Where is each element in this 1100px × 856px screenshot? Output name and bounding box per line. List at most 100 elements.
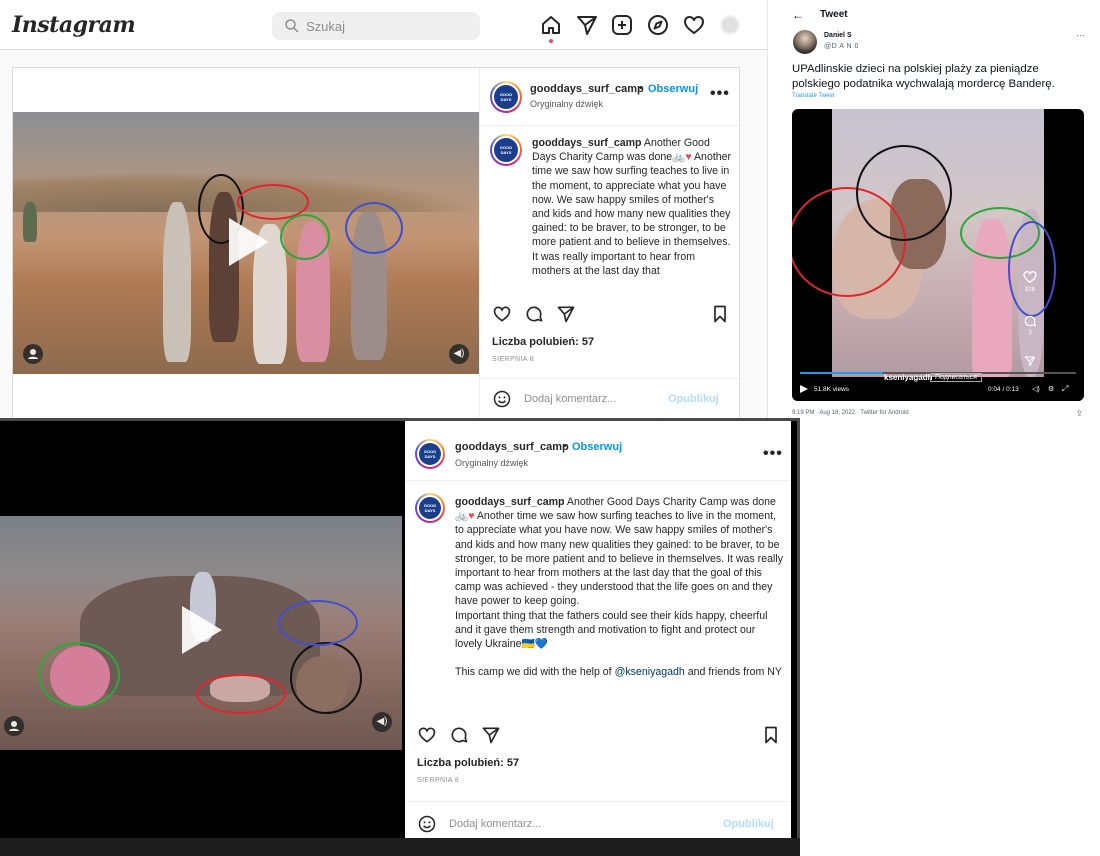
logo-chevron-down-icon[interactable]: ⌵ — [98, 18, 106, 31]
like-icon[interactable] — [417, 725, 437, 745]
settings-gear-icon[interactable]: ⚙ — [1048, 385, 1054, 393]
tweet-author-handle[interactable]: @D A N 0 — [824, 43, 859, 50]
publish-button[interactable]: Opublikuj — [668, 393, 719, 405]
caption-logo: GOOD DAYS — [419, 497, 441, 519]
post-sidebar: GOOD DAYS gooddays_surf_camp • Obserwuj … — [405, 421, 791, 843]
post-actions — [417, 725, 781, 747]
post-video[interactable]: ◀) — [0, 516, 402, 750]
comment-input[interactable]: Dodaj komentarz... — [524, 393, 616, 405]
likes-count[interactable]: Liczba polubień: 57 — [492, 336, 594, 348]
home-icon[interactable] — [539, 13, 563, 37]
comment-bar: Dodaj komentarz... Opublikuj — [480, 378, 742, 420]
post-caption: gooddays_surf_camp Another Good Days Cha… — [455, 495, 785, 709]
caption-text-rest: Another time we saw how surfing teaches … — [455, 510, 783, 608]
tweet-author-name[interactable]: Daniel S — [824, 32, 852, 39]
annotation-black-circle — [290, 642, 362, 714]
home-active-dot — [549, 39, 553, 43]
annotation-green-circle — [280, 214, 330, 260]
video-comment-icon[interactable]: 3 — [1020, 314, 1040, 336]
video-overlay-user: kseniyagadh — [884, 373, 933, 382]
author-avatar[interactable]: GOOD DAYS — [415, 439, 445, 469]
tweet-share-icon[interactable]: ⇪ — [1076, 409, 1083, 418]
video-time: 0:04 / 0:13 — [988, 386, 1019, 393]
comment-icon[interactable] — [449, 725, 469, 745]
video-controls: 51.8K views kseniyagadh Подписаться 0:04… — [792, 373, 1084, 401]
like-icon[interactable] — [492, 304, 512, 324]
video-play-icon[interactable] — [800, 385, 808, 393]
annotation-black-circle — [856, 145, 952, 241]
original-audio-link[interactable]: Oryginalny dźwięk — [530, 99, 603, 109]
tweet-meta: 9:19 PM · Aug 18, 2022 · Twitter for And… — [792, 410, 909, 416]
tweet-author-avatar[interactable] — [793, 30, 817, 54]
caption-avatar[interactable]: GOOD DAYS — [415, 493, 445, 523]
user-tag-icon[interactable] — [4, 716, 24, 736]
separator-dot: • — [563, 441, 567, 452]
more-options-icon[interactable]: ••• — [763, 445, 783, 463]
user-tag-icon[interactable] — [23, 344, 43, 364]
follow-button[interactable]: Obserwuj — [648, 83, 698, 95]
direct-icon[interactable] — [575, 13, 599, 37]
separator-dot: • — [639, 83, 643, 94]
follow-button[interactable]: Obserwuj — [572, 441, 622, 453]
author-logo: GOOD DAYS — [419, 443, 441, 465]
video-views: 51.8K views — [814, 386, 850, 393]
share-icon[interactable] — [481, 725, 501, 745]
author-avatar[interactable]: GOOD DAYS — [490, 81, 522, 113]
caption-avatar[interactable]: GOOD DAYS — [490, 134, 522, 166]
caption-flag: 🇺🇦💙 — [521, 638, 548, 651]
bookmark-icon[interactable] — [761, 725, 781, 745]
activity-heart-icon[interactable] — [682, 13, 706, 37]
bookmark-icon[interactable] — [710, 304, 730, 324]
mention-link[interactable]: @kseniyagadh — [615, 666, 685, 678]
explore-icon[interactable] — [646, 13, 670, 37]
caption-username[interactable]: gooddays_surf_camp — [455, 496, 565, 508]
post-date: SIERPNIA 8 — [417, 777, 460, 784]
back-arrow-icon[interactable]: ← — [792, 8, 804, 22]
tweet-video[interactable]: 928 3 51.8K views kseniyagadh Подписатьс… — [792, 109, 1084, 401]
search-placeholder: Szukaj — [306, 19, 346, 34]
more-options-icon[interactable]: ••• — [710, 85, 730, 103]
video-comment-count: 3 — [1028, 330, 1032, 336]
publish-button[interactable]: Opublikuj — [723, 818, 774, 830]
author-username[interactable]: gooddays_surf_camp — [530, 83, 644, 95]
fullscreen-icon[interactable]: ⤢ — [1062, 384, 1068, 394]
emoji-icon[interactable] — [417, 814, 437, 834]
share-icon[interactable] — [556, 304, 576, 324]
search-icon — [285, 19, 299, 33]
tweet-window: ← Tweet Daniel S @D A N 0 ··· UPAdlinski… — [784, 0, 1096, 432]
play-icon[interactable] — [225, 216, 271, 268]
tweet-more-icon[interactable]: ··· — [1076, 30, 1085, 40]
post-header: GOOD DAYS gooddays_surf_camp • Obserwuj … — [405, 421, 791, 481]
author-username[interactable]: gooddays_surf_camp — [455, 441, 569, 453]
video-like-icon[interactable]: 928 — [1020, 269, 1040, 293]
caption-text-rest: Another time we saw how surfing teaches … — [532, 151, 732, 277]
caption-username[interactable]: gooddays_surf_camp — [532, 137, 642, 149]
sound-icon[interactable]: ◀) — [449, 344, 469, 364]
instagram-window-bottom: ◀) GOOD DAYS gooddays_surf_camp • Obserw… — [0, 418, 800, 846]
video-overlay-subscribe: Подписаться — [930, 373, 982, 382]
post-caption: gooddays_surf_camp Another Good Days Cha… — [532, 136, 732, 290]
background-strip — [0, 838, 800, 856]
comment-input[interactable]: Dodaj komentarz... — [449, 818, 541, 830]
post-header: GOOD DAYS gooddays_surf_camp • Obserwuj … — [480, 68, 742, 126]
caption-paragraph-3: This camp we did with the help of — [455, 666, 615, 679]
comment-icon[interactable] — [524, 304, 544, 324]
post-date: SIERPNIA 8 — [492, 356, 535, 363]
instagram-logo[interactable]: Instagram — [12, 12, 136, 38]
original-audio-link[interactable]: Oryginalny dźwięk — [455, 458, 528, 468]
volume-icon[interactable]: ◁) — [1032, 385, 1040, 393]
likes-count[interactable]: Liczba polubień: 57 — [417, 757, 519, 769]
play-icon[interactable] — [178, 604, 224, 656]
profile-avatar[interactable] — [720, 15, 740, 35]
video-share-icon[interactable] — [1022, 355, 1038, 369]
tweet-text: UPAdlinskie dzieci na polskiej plaży za … — [792, 63, 1055, 90]
emoji-icon[interactable] — [492, 389, 512, 409]
translate-tweet-link[interactable]: Translate Tweet — [792, 93, 834, 99]
post-video[interactable]: ◀) — [13, 112, 479, 374]
video-like-count: 928 — [1024, 287, 1035, 293]
search-input[interactable]: Szukaj — [272, 12, 480, 40]
new-post-icon[interactable] — [610, 13, 634, 37]
tweet-page-title: Tweet — [820, 9, 848, 20]
instagram-top-nav: Instagram ⌵ Szukaj — [0, 0, 767, 50]
sound-icon[interactable]: ◀) — [372, 712, 392, 732]
